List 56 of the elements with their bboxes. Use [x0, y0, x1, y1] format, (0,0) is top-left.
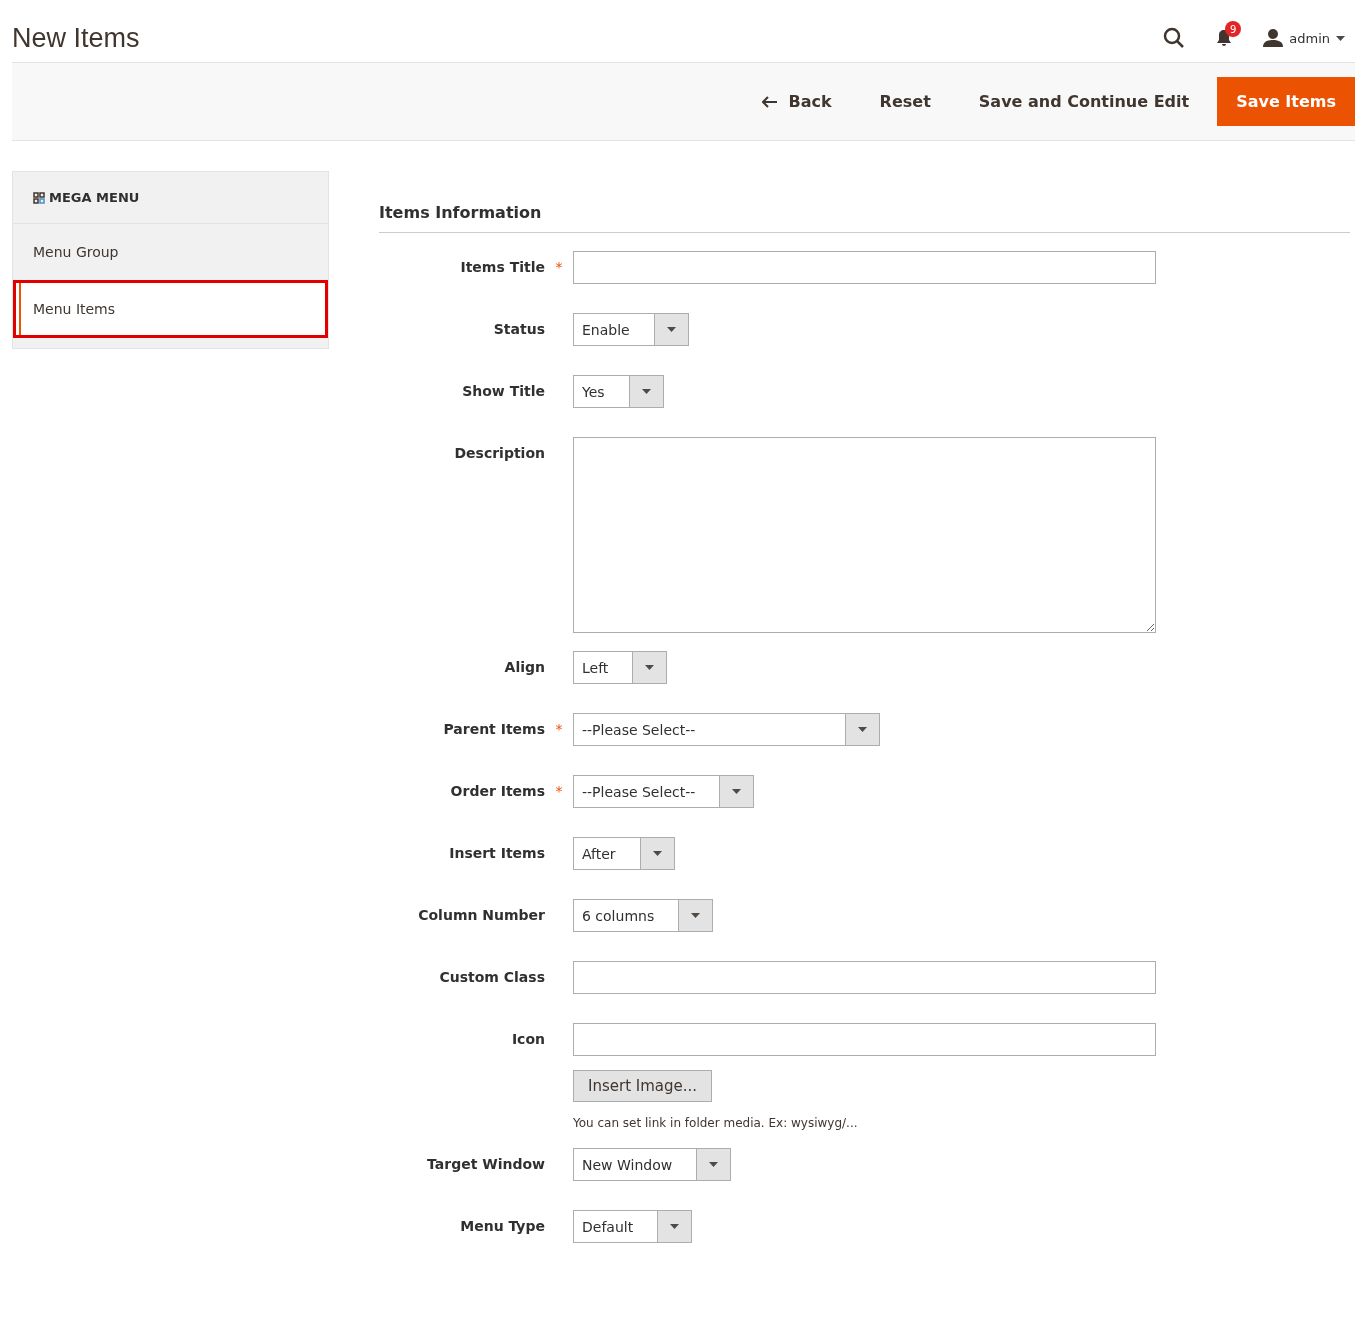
select-dropdown[interactable]: New Window: [573, 1148, 732, 1181]
insert-image-button[interactable]: Insert Image...: [573, 1070, 713, 1102]
notification-badge: 9: [1225, 21, 1242, 37]
action-button[interactable]: Save and Continue Edit: [958, 80, 1210, 123]
field-label: Items Title: [459, 258, 545, 275]
back-button[interactable]: Back: [742, 80, 852, 123]
select-dropdown[interactable]: Yes: [573, 375, 664, 408]
field-label: Show Title: [461, 382, 545, 399]
field-label: Description: [453, 444, 545, 461]
caret-icon: [858, 727, 868, 732]
select-dropdown[interactable]: Default: [573, 1210, 693, 1243]
caret-icon: [670, 1224, 680, 1229]
field-label: Column Number: [417, 906, 545, 923]
field-label: Menu Type: [459, 1217, 545, 1234]
user-icon: [1263, 29, 1284, 47]
sidebar-item[interactable]: Menu Items: [13, 280, 328, 338]
field-label: Icon: [510, 1030, 545, 1047]
required-asterisk: *: [555, 259, 563, 275]
select-dropdown[interactable]: Left: [573, 651, 668, 684]
field-label: Order Items: [449, 782, 545, 799]
caret-icon: [652, 851, 662, 856]
caret-icon: [709, 1162, 719, 1167]
caret-icon: [641, 389, 651, 394]
arrow-left-icon: [762, 95, 779, 108]
select-dropdown[interactable]: Enable: [573, 313, 689, 346]
required-asterisk: *: [555, 783, 563, 799]
caret-icon: [732, 789, 742, 794]
select-dropdown[interactable]: 6 columns: [573, 899, 714, 932]
icon-input-field[interactable]: [573, 1023, 1156, 1056]
caret-icon: [645, 665, 655, 670]
description-field[interactable]: [573, 437, 1156, 633]
help-note: You can set link in folder media. Ex: wysiwyg/...: [573, 1116, 858, 1130]
field-label: Status: [492, 320, 545, 337]
select-dropdown[interactable]: --Please Select--: [573, 775, 755, 808]
required-asterisk: *: [555, 721, 563, 737]
select-dropdown[interactable]: After: [573, 837, 675, 870]
select-dropdown[interactable]: --Please Select--: [573, 713, 881, 746]
field-label: Target Window: [426, 1155, 545, 1172]
save-button[interactable]: Save Items: [1217, 77, 1355, 126]
field-label: Align: [503, 658, 545, 675]
sidebar-item[interactable]: Menu Group: [13, 224, 328, 280]
user-menu[interactable]: admin: [1289, 30, 1330, 46]
caret-icon: [666, 327, 676, 332]
action-button[interactable]: Reset: [859, 80, 951, 123]
text-input-field[interactable]: [573, 961, 1156, 994]
text-input-field[interactable]: [573, 251, 1156, 284]
caret-icon: [1336, 35, 1345, 41]
grid-icon: [33, 191, 45, 204]
sidebar-title: MEGA MENU: [49, 190, 140, 205]
field-label: Custom Class: [438, 968, 545, 985]
section-title: Items Information: [379, 171, 1350, 233]
search-icon[interactable]: [1163, 27, 1186, 49]
page-title: New Items: [12, 22, 141, 54]
field-label: Parent Items: [442, 720, 545, 737]
caret-icon: [691, 913, 701, 918]
field-label: Insert Items: [448, 844, 545, 861]
